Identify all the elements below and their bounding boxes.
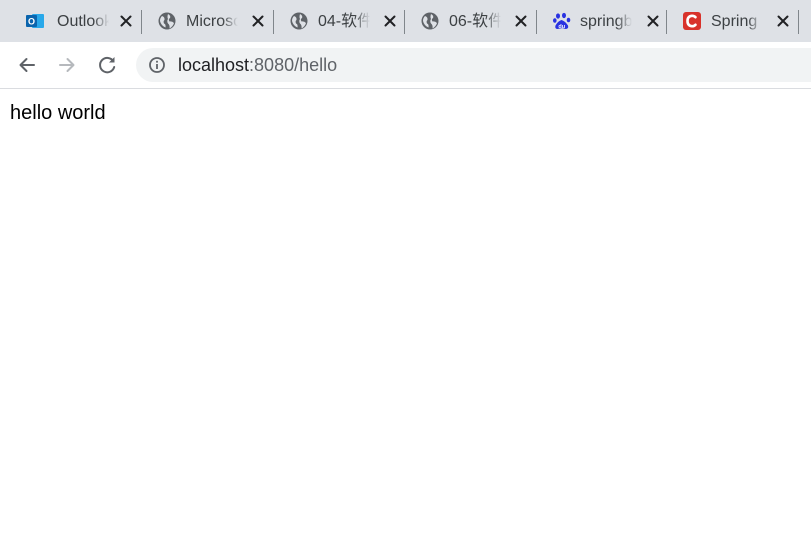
baidu-paw-icon: du bbox=[553, 12, 571, 30]
info-icon[interactable] bbox=[148, 56, 166, 74]
tab-title: Spring bbox=[711, 13, 758, 30]
tab-title: 04-软件 bbox=[318, 13, 370, 30]
close-icon[interactable] bbox=[645, 13, 661, 29]
tab-title: 06-软件 bbox=[449, 13, 501, 30]
tab-spring-csdn[interactable]: Spring bbox=[666, 0, 799, 42]
csdn-c-icon bbox=[683, 12, 701, 30]
outlook-icon: O bbox=[26, 14, 44, 28]
close-icon[interactable] bbox=[775, 13, 791, 29]
tab-title: Outlook bbox=[57, 13, 109, 30]
svg-text:O: O bbox=[28, 17, 35, 27]
reload-icon[interactable] bbox=[92, 50, 122, 80]
globe-icon bbox=[158, 12, 176, 30]
tab-04-software[interactable]: 04-软件 bbox=[273, 0, 405, 42]
close-icon[interactable] bbox=[250, 13, 266, 29]
tab-title: Microsoft bbox=[186, 13, 238, 30]
close-icon[interactable] bbox=[382, 13, 398, 29]
url-host: localhost bbox=[178, 55, 250, 75]
svg-text:du: du bbox=[558, 24, 565, 30]
browser-toolbar: localhost:8080/hello bbox=[0, 42, 811, 89]
tab-strip: O Outlook Microsoft bbox=[0, 0, 811, 42]
tab-06-software[interactable]: 06-软件 bbox=[404, 0, 537, 42]
forward-arrow-icon[interactable] bbox=[52, 50, 82, 80]
close-icon[interactable] bbox=[118, 13, 134, 29]
tab-outlook[interactable]: O Outlook bbox=[9, 0, 142, 42]
address-bar[interactable]: localhost:8080/hello bbox=[136, 48, 811, 82]
close-icon[interactable] bbox=[513, 13, 529, 29]
globe-icon bbox=[290, 12, 308, 30]
tab-springboot-baidu[interactable]: du springboot bbox=[536, 0, 668, 42]
tab-microsoft[interactable]: Microsoft bbox=[141, 0, 274, 42]
url-path: :8080/hello bbox=[249, 55, 338, 75]
browser-window: O Outlook Microsoft bbox=[0, 0, 811, 536]
page-content: hello world bbox=[0, 89, 811, 536]
page-body-text: hello world bbox=[10, 102, 106, 124]
globe-icon bbox=[421, 12, 439, 30]
back-arrow-icon[interactable] bbox=[12, 50, 42, 80]
tab-separator bbox=[798, 10, 799, 34]
url-text[interactable]: localhost:8080/hello bbox=[178, 55, 337, 75]
tab-title: springboot bbox=[580, 13, 632, 30]
